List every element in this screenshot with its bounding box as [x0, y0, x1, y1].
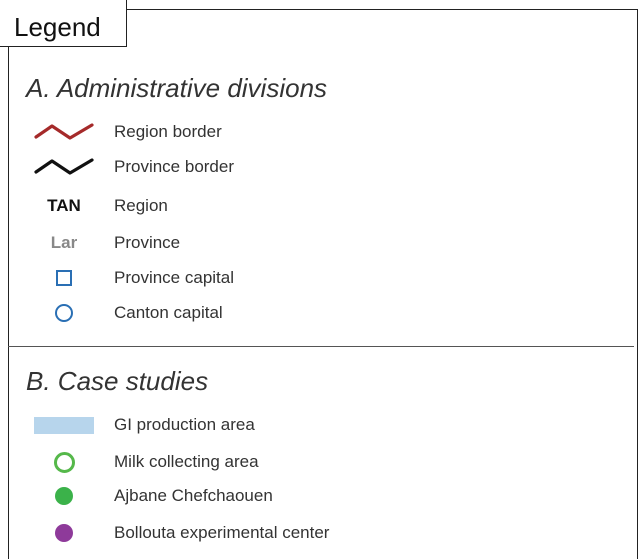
- legend-item-region-border: Region border: [0, 117, 620, 147]
- section-divider: [8, 346, 634, 347]
- legend-item-province: Lar Province: [0, 228, 620, 258]
- region-abbreviation: TAN: [47, 196, 81, 215]
- legend-label: Region: [114, 196, 168, 215]
- purple-dot-icon: [26, 518, 102, 548]
- section-title-administrative-divisions: A. Administrative divisions: [26, 73, 328, 103]
- legend-item-province-border: Province border: [0, 152, 620, 182]
- legend-item-canton-capital: Canton capital: [0, 298, 620, 328]
- province-abbreviation-sample: Lar: [26, 228, 102, 258]
- legend-title: Legend: [14, 12, 101, 42]
- legend-label: Province: [114, 233, 181, 252]
- legend-label: GI production area: [114, 415, 255, 434]
- legend-item-ajbane-chefchaouen: Ajbane Chefchaouen: [0, 481, 620, 511]
- area-fill-icon: [26, 410, 102, 440]
- legend-item-bollouta-experimental-center: Bollouta experimental center: [0, 518, 620, 548]
- circle-icon: [26, 298, 102, 328]
- green-dot-icon: [26, 481, 102, 511]
- legend-item-gi-production-area: GI production area: [0, 410, 620, 440]
- province-border-icon: [26, 152, 102, 182]
- province-abbreviation: Lar: [50, 233, 78, 252]
- legend-tab: Legend: [0, 0, 127, 47]
- legend-label: Region border: [114, 122, 222, 141]
- legend-item-province-capital: Province capital: [0, 263, 620, 293]
- region-border-icon: [26, 117, 102, 147]
- legend-item-region: TAN Region: [0, 191, 620, 221]
- legend-label: Bollouta experimental center: [114, 523, 330, 542]
- legend-label: Province capital: [114, 268, 235, 287]
- legend-label: Milk collecting area: [114, 452, 259, 471]
- square-icon: [26, 263, 102, 293]
- legend-label: Province border: [114, 157, 235, 176]
- region-abbreviation-sample: TAN: [26, 191, 102, 221]
- section-title-case-studies: B. Case studies: [26, 366, 209, 396]
- legend-label: Canton capital: [114, 303, 223, 322]
- legend-label: Ajbane Chefchaouen: [114, 486, 273, 505]
- legend-frame-top: [126, 9, 638, 10]
- legend-item-milk-collecting-area: Milk collecting area: [0, 447, 620, 477]
- green-circle-icon: [26, 447, 102, 477]
